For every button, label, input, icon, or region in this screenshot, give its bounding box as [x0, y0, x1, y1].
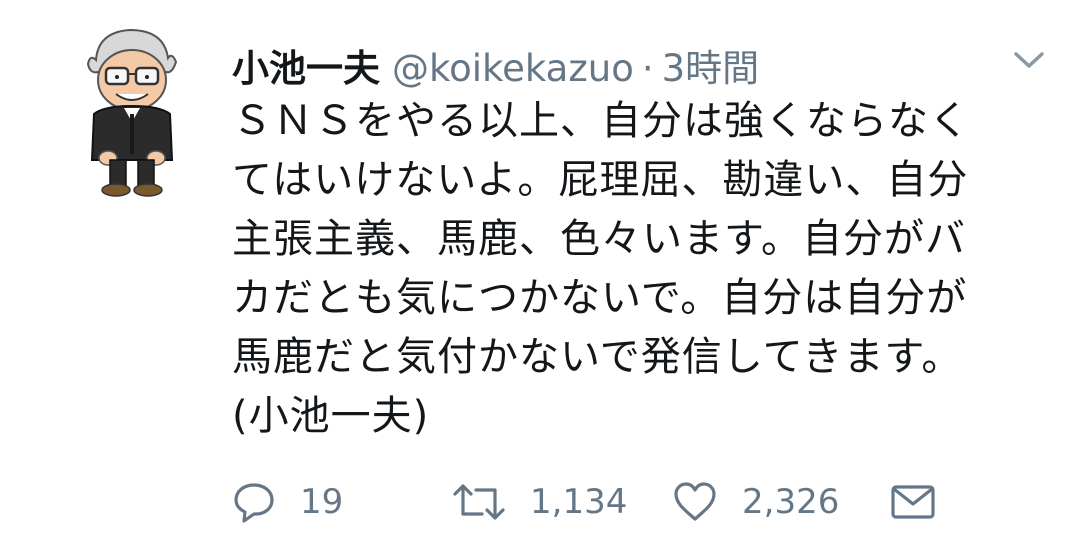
tweet-text: ＳＮＳをやる以上、自分は強くならなく てはいけないよ。屁理屈、勘違い、自分 主張… [232, 92, 1052, 446]
retweet-icon [452, 480, 506, 524]
tweet-actions: 19 1,134 2,326 [232, 475, 1052, 529]
reply-count: 19 [300, 482, 344, 522]
reply-icon [232, 480, 276, 524]
direct-message-button[interactable] [890, 475, 936, 529]
avatar[interactable] [68, 22, 196, 200]
like-button[interactable]: 2,326 [672, 475, 839, 529]
avatar-illustration [86, 28, 178, 197]
tweet-text-line: てはいけないよ。屁理屈、勘違い、自分 [232, 157, 969, 203]
tweet-text-line: ＳＮＳをやる以上、自分は強くならなく [232, 98, 970, 144]
display-name[interactable]: 小池一夫 [232, 38, 380, 92]
timestamp[interactable]: 3時間 [662, 38, 760, 92]
tweet-header: 小池一夫 @koikekazuo · 3時間 [232, 38, 759, 90]
chevron-down-icon[interactable] [1012, 48, 1046, 72]
tweet-text-line: 馬鹿だと気付かないで発信してきます。 [232, 334, 963, 380]
tweet-card: 小池一夫 @koikekazuo · 3時間 ＳＮＳをやる以上、自分は強くならな… [0, 0, 1080, 545]
like-count: 2,326 [742, 482, 840, 522]
tweet-text-line: (小池一夫) [232, 393, 430, 439]
retweet-button[interactable]: 1,134 [452, 475, 627, 529]
retweet-count: 1,134 [530, 482, 628, 522]
tweet-text-line: 主張主義、馬鹿、色々います。自分がバ [232, 216, 966, 262]
reply-button[interactable]: 19 [232, 475, 343, 529]
user-handle[interactable]: @koikekazuo [392, 47, 634, 90]
heart-icon [672, 480, 718, 524]
separator-dot: · [641, 47, 654, 90]
envelope-icon [890, 482, 936, 522]
tweet-text-line: カだとも気につかないで。自分は自分が [232, 275, 968, 321]
